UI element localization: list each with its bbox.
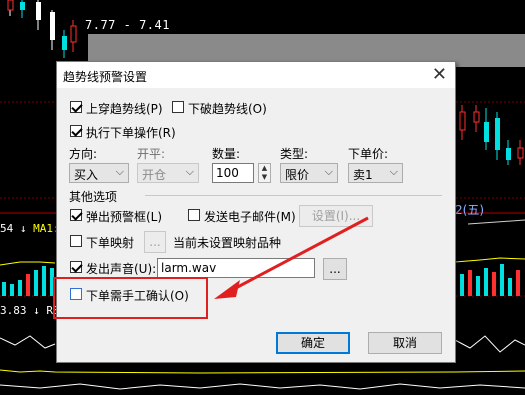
price-range-label: 7.77 - 7.41 bbox=[85, 18, 170, 32]
order-price-select[interactable]: 卖1 ⌵ bbox=[348, 163, 403, 183]
execute-order-label[interactable]: 执行下单操作(R) bbox=[86, 124, 176, 141]
email-settings-button: 设置(I)... bbox=[299, 205, 373, 227]
type-value: 限价 bbox=[285, 168, 310, 182]
quantity-value: 100 bbox=[216, 166, 239, 180]
cancel-button[interactable]: 取消 bbox=[368, 332, 442, 354]
cross-down-label[interactable]: 下破趋势线(O) bbox=[188, 100, 267, 117]
quantity-label: 数量: bbox=[212, 147, 241, 161]
send-email-label[interactable]: 发送电子邮件(M) bbox=[204, 208, 296, 225]
send-email-checkbox[interactable] bbox=[188, 209, 200, 221]
order-price-label: 下单价: bbox=[348, 147, 389, 161]
open-close-value: 开仓 bbox=[142, 168, 167, 182]
caret-down-icon[interactable]: ▼ bbox=[259, 173, 270, 182]
type-select[interactable]: 限价 ⌵ bbox=[280, 163, 338, 183]
dialog-titlebar[interactable]: 趋势线预警设置 ✕ bbox=[57, 62, 455, 88]
quantity-input[interactable]: 100 bbox=[212, 163, 254, 183]
cross-up-label[interactable]: 上穿趋势线(P) bbox=[86, 100, 163, 117]
indicator-readout-rsi: 3.83 ↓ RS bbox=[0, 304, 60, 317]
sound-file-input[interactable]: larm.wav bbox=[157, 258, 315, 278]
mapping-browse-button: ... bbox=[144, 231, 166, 253]
chevron-down-icon: ⌵ bbox=[115, 165, 124, 178]
direction-select[interactable]: 买入 ⌵ bbox=[69, 163, 129, 183]
quantity-stepper[interactable]: ▲ ▼ bbox=[258, 163, 271, 183]
mapping-status-text: 当前未设置映射品种 bbox=[173, 236, 282, 250]
chevron-down-icon: ⌵ bbox=[389, 165, 398, 178]
chevron-down-icon: ⌵ bbox=[324, 165, 333, 178]
type-label: 类型: bbox=[280, 147, 309, 161]
group-divider bbox=[145, 195, 442, 196]
open-close-select: 开仓 ⌵ bbox=[137, 163, 199, 183]
direction-label: 方向: bbox=[69, 147, 98, 161]
dialog-title: 趋势线预警设置 bbox=[63, 70, 148, 84]
play-sound-label[interactable]: 发出声音(U): bbox=[86, 260, 156, 277]
popup-alert-checkbox[interactable] bbox=[70, 209, 82, 221]
order-mapping-checkbox[interactable] bbox=[70, 235, 82, 247]
direction-value: 买入 bbox=[74, 168, 99, 182]
execute-order-checkbox[interactable] bbox=[70, 125, 82, 137]
cross-up-checkbox[interactable] bbox=[70, 101, 82, 113]
sound-file-value: larm.wav bbox=[161, 261, 217, 275]
order-price-value: 卖1 bbox=[353, 168, 373, 182]
play-sound-checkbox[interactable] bbox=[70, 261, 82, 273]
highlight-box bbox=[53, 277, 208, 319]
chevron-down-icon: ⌵ bbox=[185, 165, 194, 178]
popup-alert-label[interactable]: 弹出预警框(L) bbox=[86, 208, 162, 225]
caret-up-icon[interactable]: ▲ bbox=[259, 164, 270, 173]
other-options-heading: 其他选项 bbox=[69, 190, 118, 204]
open-close-label: 开平: bbox=[137, 147, 166, 161]
order-mapping-label[interactable]: 下单映射 bbox=[86, 234, 134, 251]
cross-down-checkbox[interactable] bbox=[172, 101, 184, 113]
sound-browse-button[interactable]: ... bbox=[323, 258, 347, 280]
chart-badge: 2(五) bbox=[455, 203, 484, 217]
close-icon[interactable]: ✕ bbox=[432, 64, 447, 85]
indicator-prefix: 54 ↓ bbox=[0, 222, 27, 235]
ok-button[interactable]: 确定 bbox=[276, 332, 350, 354]
